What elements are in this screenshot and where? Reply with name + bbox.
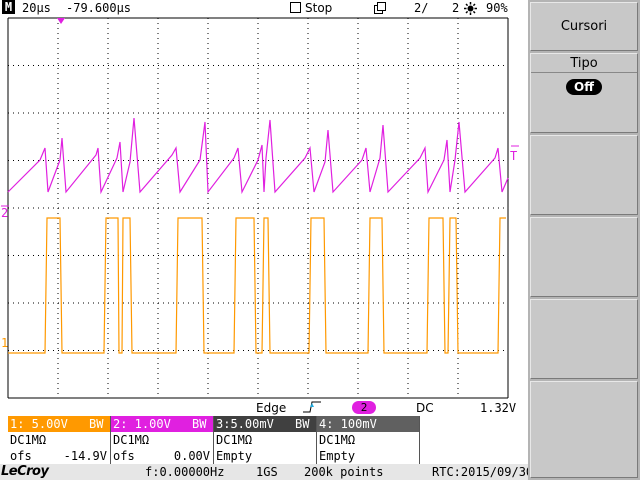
channel-4-box[interactable]: 4: 100mV DC1MΩ Empty [317, 416, 420, 464]
channel-1-offset: ofs -14.9V [8, 448, 110, 464]
cursor-menu-title: Cursori [530, 2, 638, 51]
waveform-display[interactable]: 2 1 T [0, 0, 528, 400]
channel-1-header: 1: 5.00V BW [8, 416, 110, 432]
channel-3-header: 3:5.00mV BW [214, 416, 316, 432]
cursor-type-button[interactable]: Tipo Off [530, 53, 638, 133]
channel-3-box[interactable]: 3:5.00mV BW DC1MΩ Empty [214, 416, 317, 464]
graticule [7, 17, 509, 399]
channel-4-offset: Empty [317, 448, 419, 464]
waveform-canvas: 2 1 T [1, 17, 519, 399]
channel-2-box[interactable]: 2: 1.00V BW DC1MΩ ofs 0.00V [111, 416, 214, 464]
ch2-ground-marker[interactable]: 2 [1, 206, 8, 220]
record-length: 200k points [304, 465, 384, 479]
ch1-trace [8, 217, 506, 354]
trigger-level[interactable]: 1.32V [480, 401, 516, 415]
cursor-type-value: Off [566, 79, 602, 95]
trigger-info-bar: Edge 2 DC 1.32V [0, 400, 528, 416]
trigger-type[interactable]: Edge [256, 401, 286, 415]
softkey-6[interactable] [530, 381, 638, 478]
frequency-readout: f:0.00000Hz [145, 465, 225, 479]
rising-edge-icon [302, 400, 322, 414]
bottom-status-bar: LeCroy f:0.00000Hz 1GS 200k points RTC:2… [0, 464, 598, 480]
channel-info-panel: 1: 5.00V BW DC1MΩ ofs -14.9V 2: 1.00V BW DC… [8, 416, 420, 464]
channel-3-offset: Empty [214, 448, 316, 464]
softkey-panel: Cursori Tipo Off [528, 0, 640, 480]
trigger-level-marker[interactable]: T [510, 149, 517, 163]
trigger-source-badge[interactable]: 2 [352, 401, 376, 414]
channel-2-offset: ofs 0.00V [111, 448, 213, 464]
ch1-ground-marker[interactable]: 1 [1, 336, 8, 350]
channel-4-header: 4: 100mV [317, 416, 419, 432]
softkey-5[interactable] [530, 299, 638, 379]
trigger-coupling[interactable]: DC [416, 401, 434, 415]
channel-1-box[interactable]: 1: 5.00V BW DC1MΩ ofs -14.9V [8, 416, 111, 464]
softkey-4[interactable] [530, 217, 638, 297]
channel-4-coupling: DC1MΩ [317, 432, 419, 448]
softkey-3[interactable] [530, 135, 638, 215]
cursor-type-label: Tipo [570, 56, 598, 71]
brand-logo: LeCroy [1, 464, 49, 479]
channel-2-header: 2: 1.00V BW [111, 416, 213, 432]
channel-1-coupling: DC1MΩ [8, 432, 110, 448]
ch2-trace [7, 117, 509, 195]
sample-rate: 1GS [256, 465, 278, 479]
channel-3-coupling: DC1MΩ [214, 432, 316, 448]
channel-2-coupling: DC1MΩ [111, 432, 213, 448]
